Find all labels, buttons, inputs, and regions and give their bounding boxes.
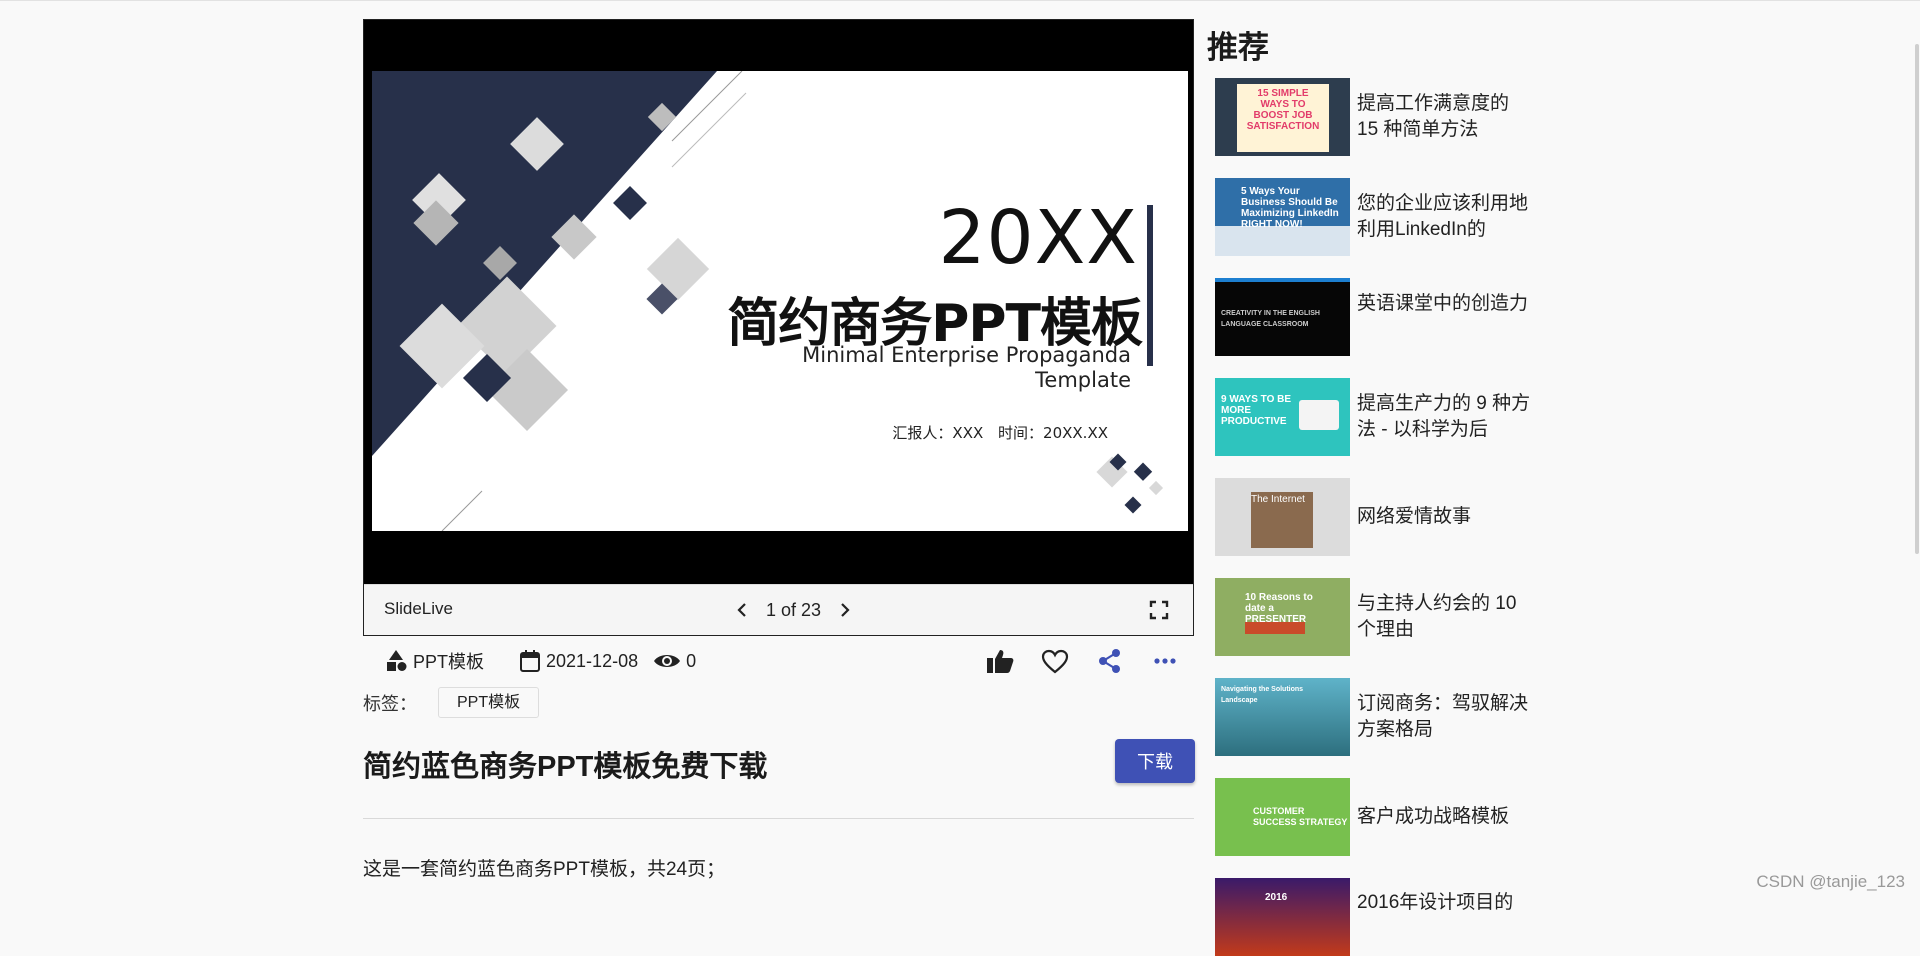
recommend-item[interactable]: 15 SIMPLE WAYS TO BOOST JOB SATISFACTION… [1215,78,1535,156]
recommend-item[interactable]: CREATIVITY IN THE ENGLISH LANGUAGE CLASS… [1215,278,1535,356]
meta-row: PPT模板 2021-12-08 0 [383,647,696,675]
thumb-text: 15 SIMPLE WAYS TO BOOST JOB SATISFACTION [1246,88,1320,132]
recommend-title: 提高生产力的 9 种方法 - 以科学为后 [1357,393,1531,440]
recommend-thumbnail: 5 Ways Your Business Should Be Maximizin… [1215,178,1350,256]
recommend-item[interactable]: 9 WAYS TO BE MORE PRODUCTIVE 提高生产力的 9 种方… [1215,378,1535,456]
category-link[interactable]: PPT模板 [383,648,484,674]
prev-slide-button[interactable] [730,598,754,622]
recommend-thumbnail: 10 Reasons to date a PRESENTER [1215,578,1350,656]
scrollbar[interactable] [1915,44,1919,554]
divider [363,818,1194,819]
thumb-text: 9 WAYS TO BE MORE PRODUCTIVE [1221,394,1292,427]
share-button[interactable] [1095,646,1125,676]
recommend-title: 网络爱情故事 [1357,506,1472,527]
recommend-thumbnail: CREATIVITY IN THE ENGLISH LANGUAGE CLASS… [1215,278,1350,356]
chevron-right-icon [841,603,850,617]
recommend-title: 客户成功战略模板 [1357,806,1510,827]
document-description: 这是一套简约蓝色商务PPT模板，共24页； [363,859,726,880]
thumb-text: The Internet [1251,494,1305,505]
favorite-button[interactable] [1040,646,1070,676]
top-border [0,0,1920,1]
recommend-title: 提高工作满意度的 15 种简单方法 [1357,93,1510,140]
slide-meta: 汇报人：XXX 时间：20XX.XX [892,422,1108,443]
recommend-thumbnail: Navigating the Solutions Landscape [1215,678,1350,756]
date-info: 2021-12-08 [518,648,638,674]
more-icon [1154,658,1176,664]
category-label: PPT模板 [413,652,485,672]
viewer-toolbar: SlideLive 1 of 23 [364,584,1193,635]
brand-label: SlideLive [384,599,453,618]
recommend-item[interactable]: 2016 2016年设计项目的 [1215,878,1535,956]
recommend-thumbnail: CUSTOMER SUCCESS STRATEGY [1215,778,1350,856]
sidebar-heading: 推荐 [1207,30,1269,65]
recommend-title: 英语课堂中的创造力 [1357,293,1529,314]
pager: 1 of 23 [730,597,857,623]
heart-icon [1041,649,1069,674]
recommend-item[interactable]: 10 Reasons to date a PRESENTER 与主持人约会的 1… [1215,578,1535,656]
fullscreen-button[interactable] [1147,598,1171,622]
slide-subtitle: Minimal Enterprise Propaganda Template [802,343,1131,392]
calendar-icon [520,650,541,672]
slide-viewer[interactable]: 20XX 简约商务PPT模板 Minimal Enterprise Propag… [363,19,1194,636]
views-count: 0 [686,650,697,671]
recommend-thumbnail: 15 SIMPLE WAYS TO BOOST JOB SATISFACTION [1215,78,1350,156]
thumb-text: 10 Reasons to date a PRESENTER [1245,592,1313,625]
recommend-title: 2016年设计项目的 [1357,892,1514,913]
recommend-item[interactable]: CUSTOMER SUCCESS STRATEGY 客户成功战略模板 [1215,778,1535,856]
document-title: 简约蓝色商务PPT模板免费下载 [363,751,768,783]
tags-row: 标签： PPT模板 [363,687,540,718]
recommend-item[interactable]: The Internet 网络爱情故事 [1215,478,1535,556]
views-info: 0 [652,650,696,672]
chevron-left-icon [737,603,746,617]
tags-label: 标签： [363,693,417,714]
shapes-icon [387,650,407,671]
recommend-title: 订阅商务：驾驭解决方案格局 [1357,693,1529,740]
thumb-text: 2016 [1265,892,1288,903]
more-button[interactable] [1150,646,1180,676]
thumb-text: 5 Ways Your Business Should Be Maximizin… [1241,186,1339,230]
eye-icon [654,655,681,667]
slide-time: 时间：20XX.XX [998,424,1108,442]
thumb-text: CUSTOMER SUCCESS STRATEGY [1253,806,1348,827]
date-label: 2021-12-08 [546,650,639,671]
recommend-item[interactable]: Navigating the Solutions Landscape 订阅商务：… [1215,678,1535,756]
next-slide-button[interactable] [833,598,857,622]
thumb-text: CREATIVITY IN THE ENGLISH LANGUAGE CLASS… [1221,310,1320,328]
recommend-title: 与主持人约会的 10 个理由 [1357,593,1517,640]
like-button[interactable] [985,646,1015,676]
slide-year: 20XX [938,195,1138,281]
slide-canvas: 20XX 简约商务PPT模板 Minimal Enterprise Propag… [372,71,1188,531]
recommend-thumbnail: The Internet [1215,478,1350,556]
action-bar [985,646,1205,676]
share-icon [1099,649,1120,673]
like-icon [987,650,1014,673]
recommend-thumbnail: 2016 [1215,878,1350,956]
download-button[interactable]: 下载 [1115,739,1195,783]
tag-chip[interactable]: PPT模板 [438,687,540,718]
recommend-item[interactable]: 5 Ways Your Business Should Be Maximizin… [1215,178,1535,256]
recommend-title: 您的企业应该利用地利用LinkedIn的 [1357,193,1529,240]
page-indicator: 1 of 23 [766,599,822,620]
slide-reporter: 汇报人：XXX [892,424,984,442]
thumb-text: Navigating the Solutions Landscape [1221,686,1304,704]
fullscreen-icon [1149,600,1169,620]
watermark: CSDN @tanjie_123 [1756,872,1905,891]
slide-accent-bar [1147,205,1153,366]
recommend-thumbnail: 9 WAYS TO BE MORE PRODUCTIVE [1215,378,1350,456]
